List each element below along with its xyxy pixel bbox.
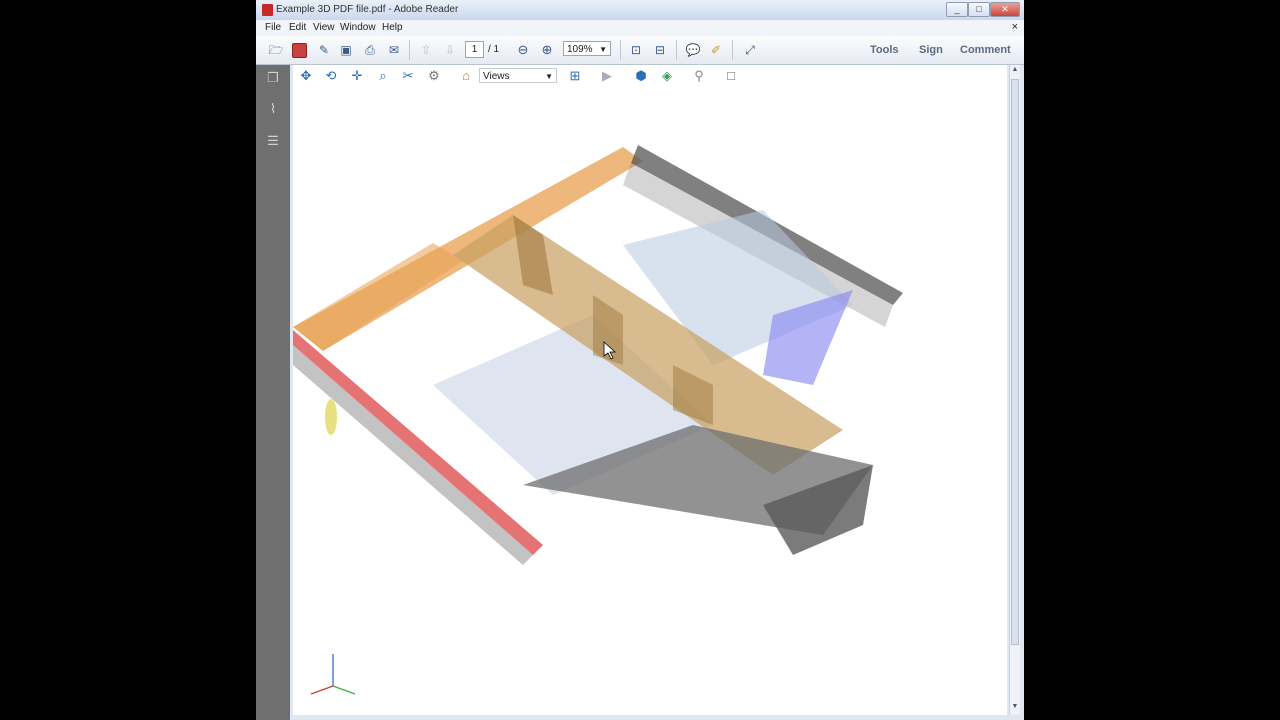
adobe-reader-window: Example 3D PDF file.pdf - Adobe Reader _… — [256, 0, 1024, 720]
pdf-app-icon — [262, 4, 273, 16]
views-select[interactable]: Views ▼ — [479, 68, 557, 83]
3d-toolbar: ✥ ⟲ ✛ ⌕ ✂ ⚙ ⌂ Views ▼ ⊞ ▶ ⬢ ◈ ⚲ □ — [293, 65, 1007, 87]
menu-view[interactable]: View — [313, 22, 335, 33]
model-tree-icon[interactable]: ⊞ — [567, 68, 583, 84]
scroll-up-icon[interactable]: ▲ — [1010, 66, 1020, 76]
zoom-in-icon[interactable]: ⊕ — [539, 42, 555, 58]
model-tree-panel-icon[interactable]: ☰ — [266, 133, 280, 149]
menu-help[interactable]: Help — [382, 22, 403, 33]
minimize-button[interactable]: _ — [946, 2, 968, 17]
walk-3d-icon[interactable]: ✂ — [400, 68, 416, 84]
axis-y-line — [332, 685, 356, 695]
close-window-button[interactable]: ✕ — [990, 2, 1020, 17]
home-view-icon[interactable]: ⌂ — [458, 68, 474, 84]
rotate-3d-icon[interactable]: ✥ — [298, 68, 314, 84]
pan-3d-icon[interactable]: ✛ — [349, 68, 365, 84]
window-title: Example 3D PDF file.pdf - Adobe Reader — [276, 4, 459, 15]
fullscreen-icon[interactable]: ⤢ — [742, 42, 758, 58]
next-page-icon[interactable]: ⇩ — [442, 42, 458, 58]
navigation-panel: ❐ ⌇ ☰ — [256, 65, 290, 720]
close-document-icon[interactable]: × — [1012, 21, 1018, 33]
render-mode-icon[interactable]: ⬢ — [633, 68, 649, 84]
edit-icon[interactable]: ✎ — [316, 42, 332, 58]
menu-bar: File Edit View Window Help × — [256, 20, 1024, 36]
3d-model-canvas[interactable] — [293, 65, 1007, 715]
axis-triad — [310, 654, 356, 695]
document-viewport[interactable]: ✥ ⟲ ✛ ⌕ ✂ ⚙ ⌂ Views ▼ ⊞ ▶ ⬢ ◈ ⚲ □ — [293, 65, 1007, 715]
lighting-icon[interactable]: ◈ — [659, 68, 675, 84]
axis-x-line — [310, 685, 334, 695]
background-icon[interactable]: □ — [723, 68, 739, 84]
views-label: Views — [483, 71, 510, 82]
zoom-value: 109% — [567, 44, 593, 55]
page-total: / 1 — [488, 44, 500, 55]
page-number-input[interactable]: 1 — [465, 41, 484, 58]
cross-section-icon[interactable]: ⚲ — [691, 68, 707, 84]
orange-frame-brace — [293, 243, 463, 351]
print-icon[interactable]: ⎙ — [362, 42, 378, 58]
fit-width-icon[interactable]: ⊟ — [652, 42, 668, 58]
vertical-scrollbar[interactable]: ▲ ▼ — [1009, 65, 1020, 715]
main-toolbar: 🗁 ✎ ▣ ⎙ ✉ ⇧ ⇩ 1 / 1 ⊖ ⊕ 109% ▼ ⊡ ⊟ 💬 ✐ ⤢… — [256, 36, 1024, 65]
chevron-down-icon: ▼ — [599, 45, 607, 54]
zoom-out-icon[interactable]: ⊖ — [515, 42, 531, 58]
zoom-3d-icon[interactable]: ⌕ — [375, 68, 391, 84]
scrollbar-thumb[interactable] — [1011, 79, 1019, 645]
attachments-icon[interactable]: ⌇ — [266, 101, 280, 117]
yellow-clip — [325, 399, 337, 435]
tools-pane-button[interactable]: Tools — [870, 44, 899, 56]
spin-3d-icon[interactable]: ⟲ — [323, 68, 339, 84]
save-icon[interactable]: ▣ — [338, 42, 354, 58]
email-icon[interactable]: ✉ — [386, 42, 402, 58]
sign-pane-button[interactable]: Sign — [919, 44, 943, 56]
page-thumbnails-icon[interactable]: ❐ — [266, 70, 280, 86]
comment-pane-button[interactable]: Comment — [960, 44, 1011, 56]
zoom-select[interactable]: 109% ▼ — [563, 41, 611, 56]
highlight-icon[interactable]: ✐ — [708, 42, 724, 58]
create-pdf-icon[interactable] — [292, 43, 307, 58]
open-icon[interactable]: 🗁 — [268, 42, 284, 58]
prev-page-icon[interactable]: ⇧ — [418, 42, 434, 58]
fly-3d-icon[interactable]: ⚙ — [426, 68, 442, 84]
title-bar: Example 3D PDF file.pdf - Adobe Reader _… — [256, 0, 1024, 21]
menu-window[interactable]: Window — [340, 22, 376, 33]
fit-page-icon[interactable]: ⊡ — [628, 42, 644, 58]
menu-file[interactable]: File — [265, 22, 281, 33]
menu-edit[interactable]: Edit — [289, 22, 306, 33]
comment-bubble-icon[interactable]: 💬 — [685, 42, 701, 58]
play-icon[interactable]: ▶ — [599, 68, 615, 84]
chevron-down-icon: ▼ — [545, 72, 553, 81]
maximize-button[interactable]: □ — [968, 2, 990, 17]
scroll-down-icon[interactable]: ▼ — [1010, 703, 1020, 713]
